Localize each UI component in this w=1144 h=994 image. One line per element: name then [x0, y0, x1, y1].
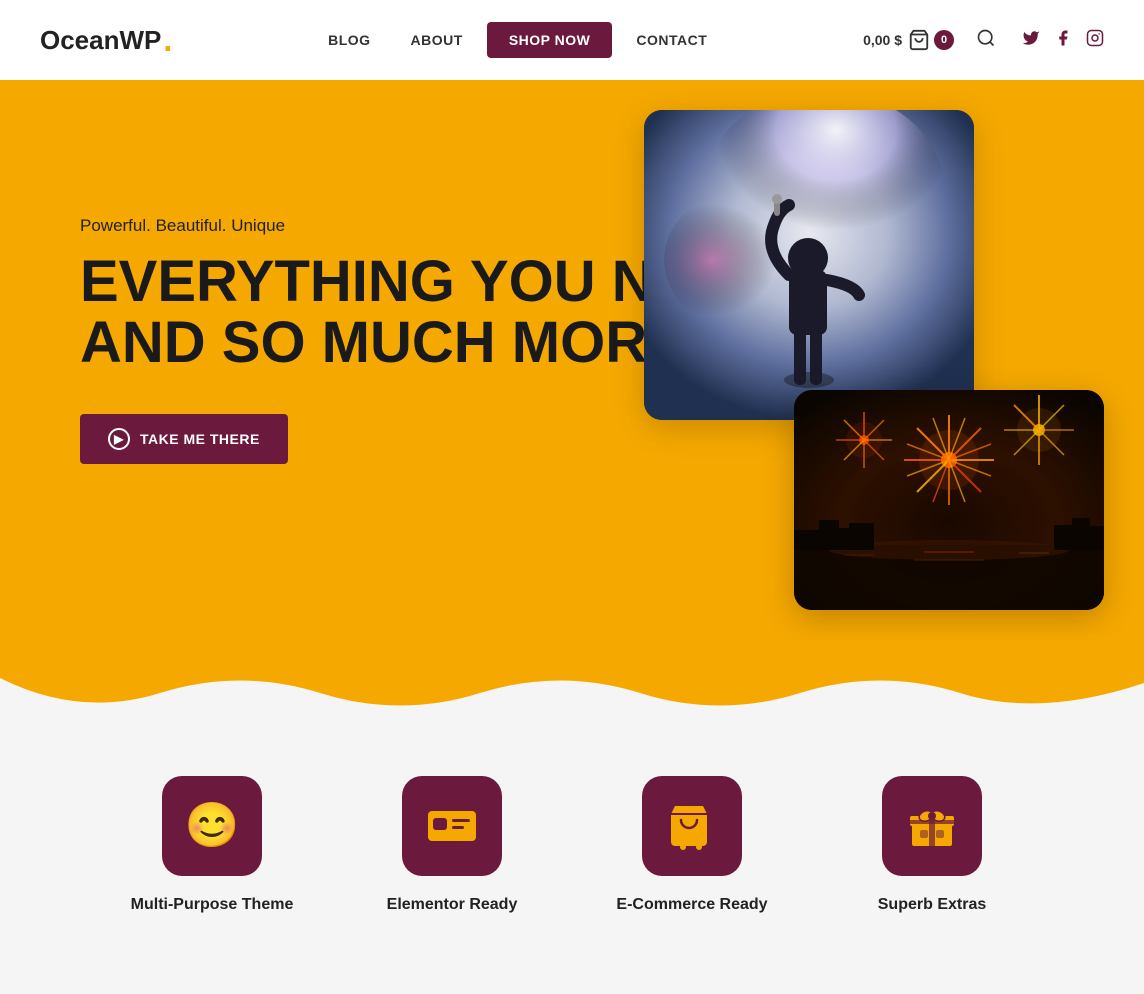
- wave-svg: [0, 638, 1144, 718]
- social-facebook[interactable]: [1054, 29, 1072, 52]
- feature-extras-label: Superb Extras: [878, 896, 986, 914]
- nav-blog[interactable]: BLOG: [312, 24, 386, 56]
- hero-section: Powerful. Beautiful. Unique EVERYTHING Y…: [0, 80, 1144, 640]
- multi-purpose-icon: 😊: [185, 804, 240, 848]
- feature-elementor-icon-wrap: [402, 776, 502, 876]
- feature-elementor: Elementor Ready: [362, 776, 542, 914]
- social-icons: [1022, 29, 1104, 52]
- feature-ecommerce: E-Commerce Ready: [602, 776, 782, 914]
- hero-cta-label: TAKE ME THERE: [140, 431, 260, 447]
- elementor-icon: [426, 806, 478, 846]
- search-svg: [976, 28, 996, 48]
- hero-images: [644, 110, 1104, 610]
- extras-icon: [906, 802, 958, 850]
- nav-contact[interactable]: CONTACT: [620, 24, 723, 56]
- cart-price: 0,00 $: [863, 32, 902, 48]
- cart-icon-wrap: 0: [908, 29, 954, 51]
- header-right: 0,00 $ 0: [863, 28, 1104, 53]
- facebook-svg: [1054, 29, 1072, 47]
- feature-multi-purpose-icon-wrap: 😊: [162, 776, 262, 876]
- feature-ecommerce-icon-wrap: [642, 776, 742, 876]
- nav-shop-now[interactable]: SHOP NOW: [487, 22, 613, 58]
- instagram-svg: [1086, 29, 1104, 47]
- hero-btn-icon: ▶: [108, 428, 130, 450]
- site-header: OceanWP. BLOG ABOUT SHOP NOW CONTACT 0,0…: [0, 0, 1144, 80]
- hero-title-line2: AND SO MUCH MORE: [80, 310, 686, 375]
- logo-dot: .: [163, 22, 172, 59]
- feature-multi-purpose: 😊 Multi-Purpose Theme: [122, 776, 302, 914]
- wave-divider: [0, 638, 1144, 718]
- feature-multi-purpose-label: Multi-Purpose Theme: [131, 896, 294, 914]
- fireworks-svg: [794, 390, 1104, 610]
- hero-image-concert: [644, 110, 974, 420]
- feature-extras-icon-wrap: [882, 776, 982, 876]
- hero-cta-button[interactable]: ▶ TAKE ME THERE: [80, 414, 288, 464]
- logo-text: OceanWP: [40, 25, 161, 56]
- ecommerce-icon: [667, 802, 717, 850]
- main-nav: BLOG ABOUT SHOP NOW CONTACT: [312, 22, 723, 58]
- features-section: 😊 Multi-Purpose Theme Elementor Ready: [0, 716, 1144, 994]
- social-instagram[interactable]: [1086, 29, 1104, 52]
- twitter-svg: [1022, 29, 1040, 47]
- nav-about[interactable]: ABOUT: [395, 24, 479, 56]
- search-icon[interactable]: [976, 28, 996, 53]
- cart-count: 0: [934, 30, 954, 50]
- cart-area[interactable]: 0,00 $ 0: [863, 29, 954, 51]
- social-twitter[interactable]: [1022, 29, 1040, 52]
- cart-icon: [908, 29, 930, 51]
- feature-ecommerce-label: E-Commerce Ready: [616, 896, 767, 914]
- concert-svg: [644, 110, 974, 420]
- feature-elementor-label: Elementor Ready: [387, 896, 518, 914]
- site-logo[interactable]: OceanWP.: [40, 22, 172, 59]
- feature-extras: Superb Extras: [842, 776, 1022, 914]
- hero-image-fireworks: [794, 390, 1104, 610]
